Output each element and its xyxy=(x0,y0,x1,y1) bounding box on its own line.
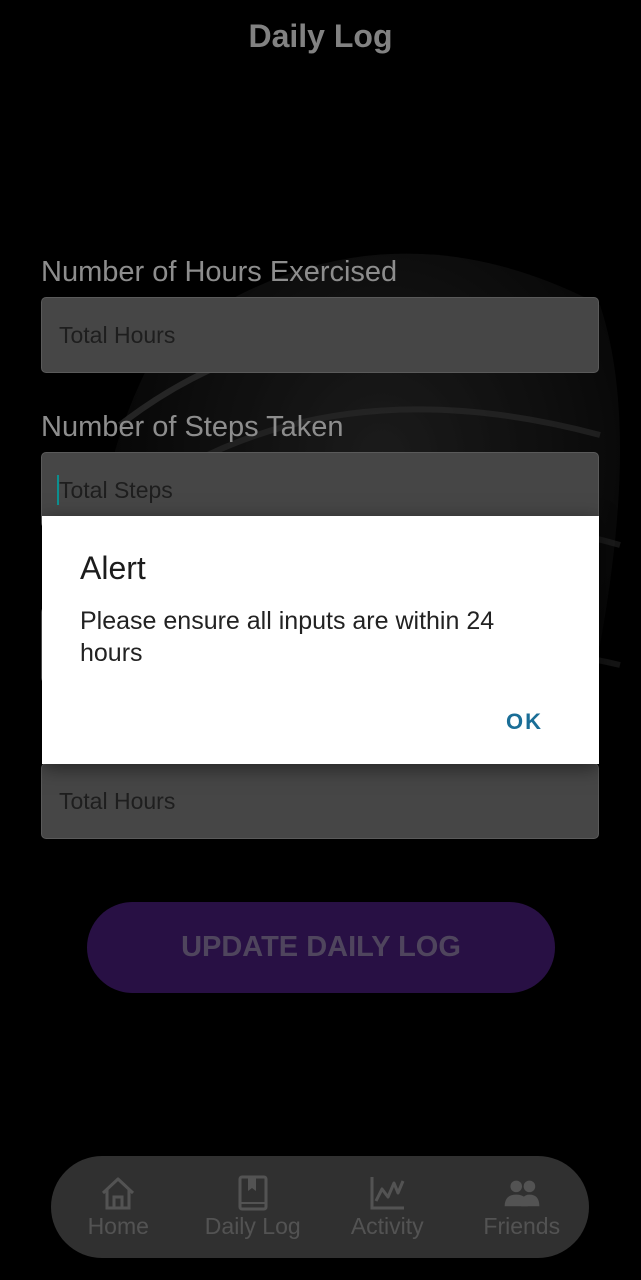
daily-log-screen: Daily Log Number of Hours Exercised Numb… xyxy=(0,0,641,1280)
ok-button[interactable]: OK xyxy=(500,708,549,736)
alert-message: Please ensure all inputs are within 24 h… xyxy=(80,607,495,667)
text-caret xyxy=(57,475,59,505)
alert-title: Alert xyxy=(80,550,146,586)
alert-dialog: Alert Please ensure all inputs are withi… xyxy=(42,516,599,764)
